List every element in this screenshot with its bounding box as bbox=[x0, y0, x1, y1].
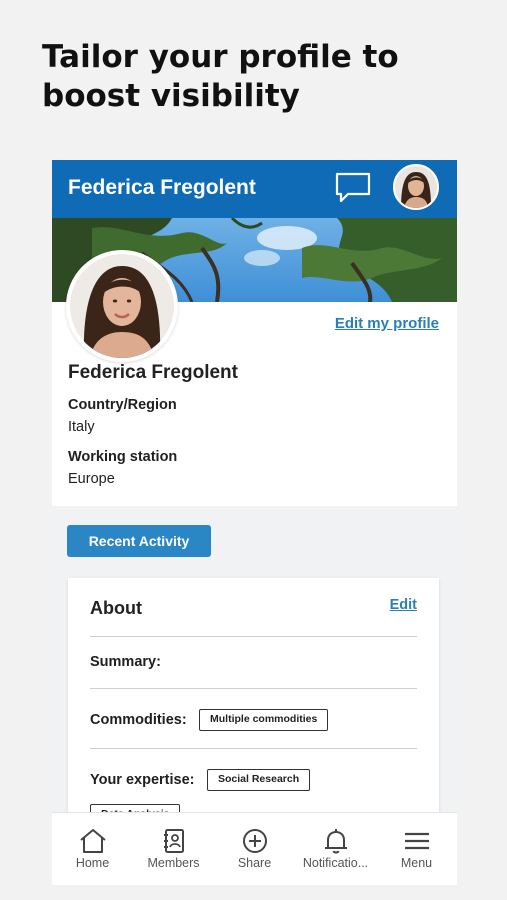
country-label: Country/Region bbox=[68, 397, 177, 413]
nav-members-label: Members bbox=[147, 856, 200, 870]
nav-home[interactable]: Home bbox=[52, 813, 133, 885]
summary-label: Summary: bbox=[90, 654, 161, 670]
chat-bubble-icon[interactable] bbox=[334, 170, 372, 206]
profile-avatar[interactable] bbox=[66, 250, 178, 362]
app-header: Federica Fregolent bbox=[52, 160, 457, 218]
nav-share[interactable]: Share bbox=[214, 813, 295, 885]
hamburger-icon bbox=[405, 832, 429, 850]
country-value: Italy bbox=[68, 419, 95, 435]
nav-notifications[interactable]: Notificatio... bbox=[295, 813, 376, 885]
commodity-chip: Multiple commodities bbox=[199, 709, 329, 731]
working-station-label: Working station bbox=[68, 449, 178, 465]
plus-circle-icon bbox=[243, 829, 267, 853]
headline-line-1: Tailor your profile to bbox=[42, 39, 399, 75]
about-card: About Edit Summary: Commodities: Multipl… bbox=[68, 578, 439, 826]
nav-menu-label: Menu bbox=[400, 856, 433, 870]
about-title: About bbox=[90, 598, 142, 618]
edit-profile-link[interactable]: Edit my profile bbox=[335, 315, 439, 332]
recent-activity-button[interactable]: Recent Activity bbox=[67, 525, 211, 557]
nav-home-label: Home bbox=[75, 856, 110, 870]
header-title: Federica Fregolent bbox=[68, 176, 256, 199]
working-station-value: Europe bbox=[68, 471, 115, 487]
nav-menu[interactable]: Menu bbox=[376, 813, 457, 885]
page-headline: Tailor your profile to boost visibility bbox=[42, 38, 482, 116]
profile-name: Federica Fregolent bbox=[68, 362, 238, 383]
header-avatar[interactable] bbox=[393, 164, 439, 210]
expertise-chip: Social Research bbox=[207, 769, 311, 791]
divider bbox=[90, 636, 417, 637]
headline-line-2: boost visibility bbox=[42, 78, 300, 114]
about-edit-link[interactable]: Edit bbox=[390, 597, 417, 613]
nav-members[interactable]: Members bbox=[133, 813, 214, 885]
home-icon bbox=[80, 829, 106, 853]
expertise-label: Your expertise: bbox=[90, 772, 195, 788]
contacts-book-icon bbox=[164, 829, 184, 853]
nav-share-label: Share bbox=[237, 856, 272, 870]
divider bbox=[90, 748, 417, 749]
divider bbox=[90, 688, 417, 689]
commodities-label: Commodities: bbox=[90, 712, 187, 728]
nav-notifications-label: Notificatio... bbox=[302, 856, 369, 870]
app-screen: Federica Fregolent Edit my profile Feder… bbox=[52, 160, 457, 885]
bell-icon bbox=[325, 829, 347, 854]
bottom-navigation: Home Members Share Notificatio... Menu bbox=[52, 812, 457, 885]
